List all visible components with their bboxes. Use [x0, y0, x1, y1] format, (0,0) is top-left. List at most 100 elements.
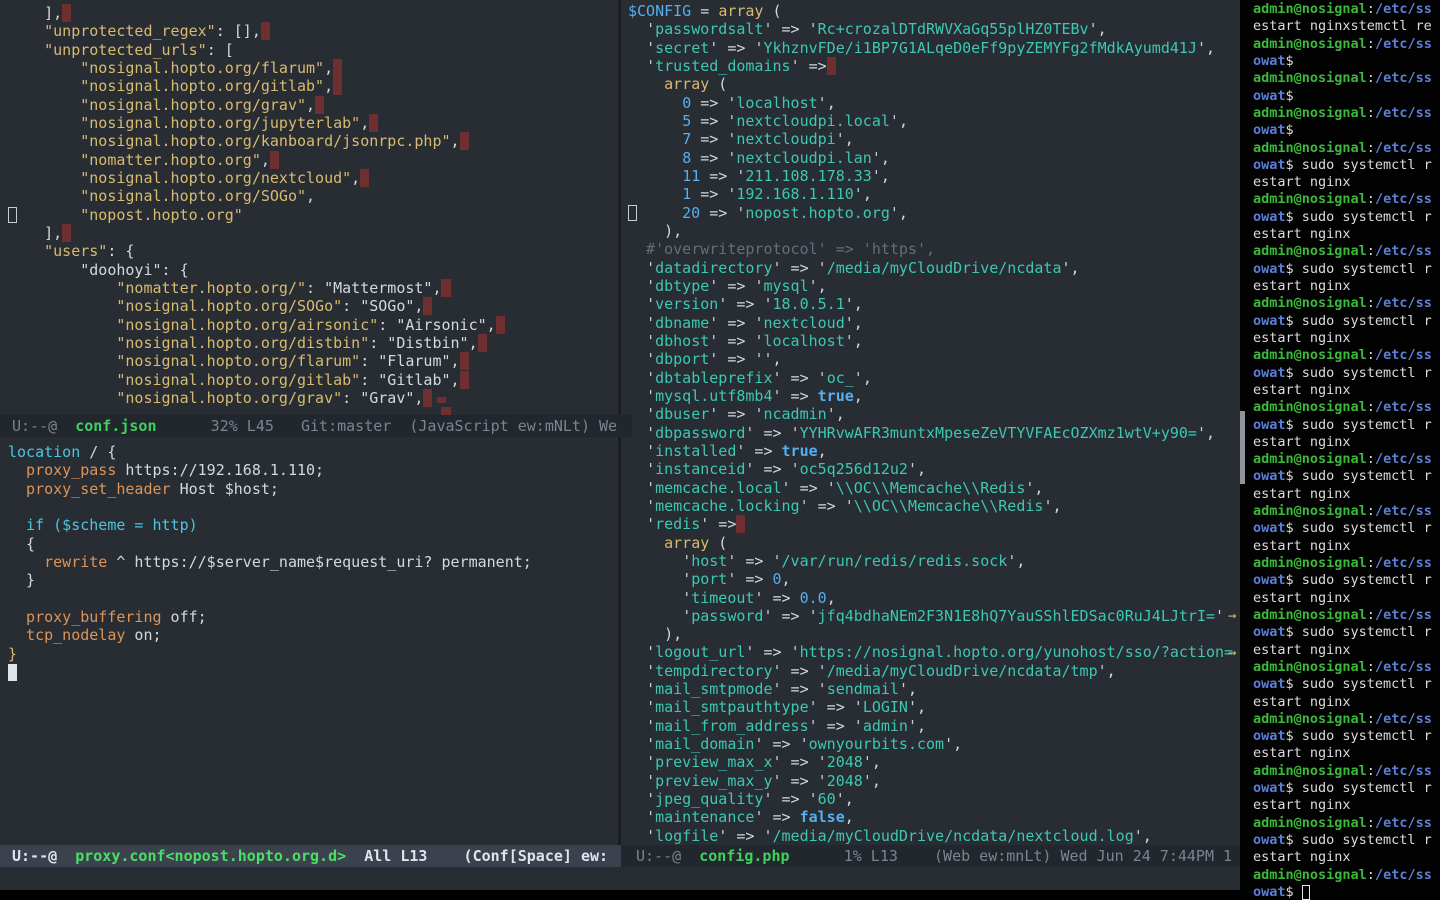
code-line: 5 => 'nextcloudpi.local',	[628, 112, 1247, 130]
code-line: admin@nosignal:/etc/ss	[1253, 555, 1440, 572]
code-line: estart nginx	[1253, 745, 1440, 762]
modeline-proxy-conf-active[interactable]: U:--@ proxy.conf<nopost.hopto.org.d> All…	[0, 845, 632, 867]
code-line: 'mail_smtpauthtype' => 'LOGIN',	[628, 698, 1247, 716]
code-line: 'dbhost' => 'localhost',	[628, 332, 1247, 350]
code-line: ],	[8, 4, 626, 22]
code-line: "nosignal.hopto.org/gitlab",	[8, 77, 626, 95]
code-line: proxy_buffering off;	[8, 608, 626, 626]
code-line: 0 => 'localhost',	[628, 94, 1247, 112]
editor-pane-config-php[interactable]: $CONFIG = array ( 'passwordsalt' => 'Rc+…	[621, 0, 1247, 845]
terminal-scrollbar[interactable]	[1240, 411, 1245, 484]
code-line: owat$ sudo systemctl r	[1253, 468, 1440, 485]
code-line: "nomatter.hopto.org/": "Mattermost",	[8, 279, 626, 297]
code-line: 'maintenance' => false,	[628, 808, 1247, 826]
code-line: admin@nosignal:/etc/ss	[1253, 711, 1440, 728]
trailing-whitespace-marker	[369, 114, 378, 132]
code-line: admin@nosignal:/etc/ss	[1253, 607, 1440, 624]
code-line: "nosignal.hopto.org/kanboard/jsonrpc.php…	[8, 132, 626, 150]
code-line: admin@nosignal:/etc/ss	[1253, 815, 1440, 832]
code-line: estart nginx	[1253, 382, 1440, 399]
code-line: admin@nosignal:/etc/ss	[1253, 451, 1440, 468]
code-line: admin@nosignal:/etc/ss	[1253, 105, 1440, 122]
code-line: "nopost.hopto.org"	[8, 206, 626, 224]
code-line: admin@nosignal:/etc/ss	[1253, 140, 1440, 157]
trailing-whitespace-marker	[460, 352, 469, 370]
code-line: 'instanceid' => 'oc5q256d12u2',	[628, 460, 1247, 478]
code-line: admin@nosignal:/etc/ss	[1253, 70, 1440, 87]
trailing-whitespace-marker	[496, 316, 505, 334]
trailing-whitespace-fragment	[437, 397, 446, 403]
code-line: 'dbtableprefix' => 'oc_',	[628, 369, 1247, 387]
code-line: $CONFIG = array (	[628, 2, 1247, 20]
echo-area	[0, 867, 1240, 890]
code-line: admin@nosignal:/etc/ss	[1253, 1, 1440, 18]
code-line: 'dbport' => '',	[628, 350, 1247, 368]
code-line: "users": {	[8, 242, 626, 260]
trailing-whitespace-marker	[460, 132, 469, 150]
code-line: owat$ sudo systemctl r	[1253, 365, 1440, 382]
code-line: 'tempdirectory' => '/media/myCloudDrive/…	[628, 662, 1247, 680]
code-line: estart nginx	[1253, 278, 1440, 295]
code-line: admin@nosignal:/etc/ss	[1253, 191, 1440, 208]
code-line: array (	[628, 534, 1247, 552]
code-line: 1 => '192.168.1.110',	[628, 185, 1247, 203]
code-line: 'host' => '/var/run/redis/redis.sock',	[628, 552, 1247, 570]
code-line: estart nginx	[1253, 174, 1440, 191]
code-line: admin@nosignal:/etc/ss	[1253, 867, 1440, 884]
code-line: estart nginx	[1253, 226, 1440, 243]
editor-pane-conf-json[interactable]: ], "unprotected_regex": [], "unprotected…	[0, 0, 626, 419]
code-line: admin@nosignal:/etc/ss	[1253, 659, 1440, 676]
code-line: 'preview_max_x' => '2048',	[628, 753, 1247, 771]
code-line: owat$	[1253, 53, 1440, 70]
trailing-whitespace-marker	[261, 22, 270, 40]
terminal-pane[interactable]: admin@nosignal:/etc/ssestart nginxstemct…	[1240, 0, 1440, 900]
modeline-config-php[interactable]: U:--@ config.php 1% L13 (Web ew:mnLt) We…	[621, 845, 1255, 867]
code-line: owat$ sudo systemctl r	[1253, 417, 1440, 434]
code-line: "nosignal.hopto.org/flarum",	[8, 59, 626, 77]
code-line	[8, 590, 626, 608]
line-truncation-arrow-icon: →	[1228, 644, 1240, 662]
code-line: 7 => 'nextcloudpi',	[628, 130, 1247, 148]
code-line: admin@nosignal:/etc/ss	[1253, 347, 1440, 364]
trailing-whitespace-marker	[62, 4, 71, 22]
code-line: tcp_nodelay on;	[8, 626, 626, 644]
code-line: owat$ sudo systemctl r	[1253, 572, 1440, 589]
cursor	[8, 207, 17, 223]
editor-pane-proxy-conf[interactable]: location / { proxy_pass https://192.168.…	[0, 437, 626, 851]
code-line: {	[8, 535, 626, 553]
code-line: estart nginx	[1253, 849, 1440, 866]
code-line: 'secret' => 'YkhznvFDe/i1BP7G1ALqeD0eFf9…	[628, 39, 1247, 57]
code-line: owat$ sudo systemctl r	[1253, 157, 1440, 174]
code-line: estart nginx	[1253, 590, 1440, 607]
code-line: if ($scheme = http)	[8, 516, 626, 534]
code-line: owat$	[1253, 884, 1440, 900]
code-line: 'memcache.locking' => '\\OC\\Memcache\\R…	[628, 497, 1247, 515]
code-line: }	[8, 571, 626, 589]
code-line: array (	[628, 75, 1247, 93]
trailing-whitespace-marker	[827, 57, 836, 75]
code-line: 'redis' =>	[628, 515, 1247, 533]
code-line: "nosignal.hopto.org/airsonic": "Airsonic…	[8, 316, 626, 334]
code-line: estart nginx	[1253, 694, 1440, 711]
code-line: owat$ sudo systemctl r	[1253, 728, 1440, 745]
trailing-whitespace-marker	[270, 151, 279, 169]
code-line: "nosignal.hopto.org/SOGo",	[8, 187, 626, 205]
code-line: admin@nosignal:/etc/ss	[1253, 763, 1440, 780]
code-line: rewrite ^ https://$server_name$request_u…	[8, 553, 626, 571]
code-line: estart nginxstemctl re	[1253, 18, 1440, 35]
code-line: estart nginx	[1253, 330, 1440, 347]
code-line: 20 => 'nopost.hopto.org',	[628, 204, 1247, 222]
modeline-conf-json[interactable]: U:--@ conf.json 32% L45 Git:master (Java…	[0, 415, 632, 437]
trailing-whitespace-marker	[441, 279, 450, 297]
code-line	[8, 663, 626, 681]
code-line: owat$ sudo systemctl r	[1253, 780, 1440, 797]
code-line: owat$ sudo systemctl r	[1253, 624, 1440, 641]
code-line: admin@nosignal:/etc/ss	[1253, 36, 1440, 53]
code-line: owat$ sudo systemctl r	[1253, 676, 1440, 693]
code-line: "nosignal.hopto.org/SOGo": "SOGo",	[8, 297, 626, 315]
trailing-whitespace-marker	[423, 389, 432, 407]
code-line: 'datadirectory' => '/media/myCloudDrive/…	[628, 259, 1247, 277]
code-line: 'dbtype' => 'mysql',	[628, 277, 1247, 295]
code-line: "nosignal.hopto.org/jupyterlab",	[8, 114, 626, 132]
trailing-whitespace-marker	[333, 59, 342, 77]
